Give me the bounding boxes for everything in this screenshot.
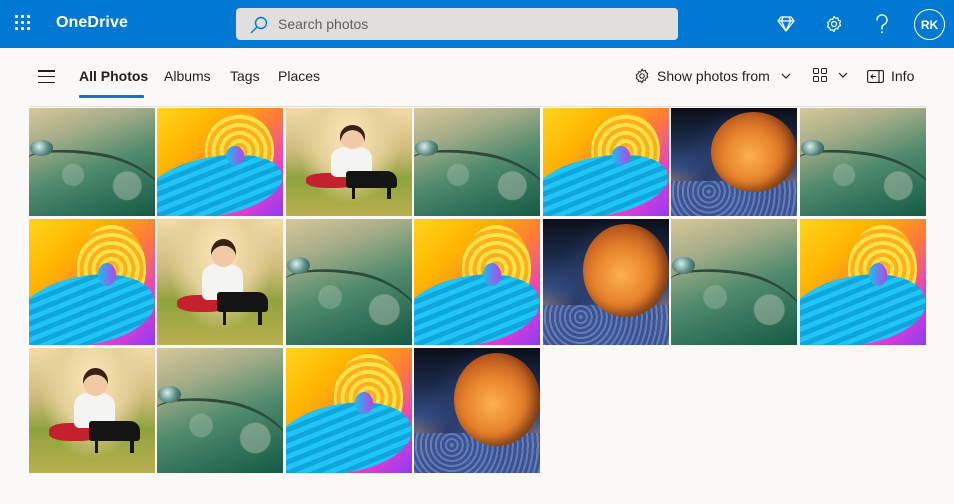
- top-bar: OneDrive RK: [0, 0, 954, 48]
- photo-thumbnail-water-droplet[interactable]: [286, 219, 412, 345]
- show-photos-from-label: Show photos from: [657, 68, 770, 84]
- photo-thumbnail-water-droplet[interactable]: [414, 108, 540, 216]
- photo-thumbnail-rainbow-swirl[interactable]: [414, 219, 540, 345]
- info-pane-icon: [867, 69, 884, 83]
- settings-gear-icon[interactable]: [822, 12, 846, 36]
- photo-thumbnail-child-with-piano[interactable]: [157, 219, 283, 345]
- search-input[interactable]: [278, 8, 658, 40]
- info-button[interactable]: Info: [867, 68, 914, 84]
- photo-thumbnail-rainbow-swirl[interactable]: [29, 219, 155, 345]
- photo-thumbnail-child-with-piano[interactable]: [29, 348, 155, 473]
- photo-thumbnail-rainbow-swirl[interactable]: [157, 108, 283, 216]
- tab-all-photos[interactable]: All Photos: [79, 68, 148, 84]
- view-layout-button[interactable]: [813, 68, 848, 82]
- photo-thumbnail-rainbow-swirl[interactable]: [286, 348, 412, 473]
- chevron-down-icon: [781, 73, 791, 79]
- info-label: Info: [891, 68, 915, 84]
- tab-places[interactable]: Places: [278, 68, 320, 84]
- photo-thumbnail-child-with-piano[interactable]: [286, 108, 412, 216]
- active-tab-indicator: [79, 95, 144, 98]
- photo-thumbnail-water-droplet[interactable]: [157, 348, 283, 473]
- photo-thumbnail-rainbow-swirl[interactable]: [543, 108, 669, 216]
- photo-thumbnail-frozen-bubble[interactable]: [543, 219, 669, 345]
- command-bar: All Photos Albums Tags Places Show photo…: [0, 48, 954, 106]
- photo-thumbnail-water-droplet[interactable]: [671, 219, 797, 345]
- photo-thumbnail-water-droplet[interactable]: [29, 108, 155, 216]
- photo-thumbnail-frozen-bubble[interactable]: [671, 108, 797, 216]
- chevron-down-icon: [838, 72, 848, 78]
- settings-gear-icon: [635, 68, 649, 84]
- content-divider: [29, 106, 926, 107]
- premium-diamond-icon[interactable]: [774, 12, 798, 36]
- photo-thumbnail-rainbow-swirl[interactable]: [800, 219, 926, 345]
- search-icon: [250, 16, 268, 34]
- search-box[interactable]: [236, 8, 678, 40]
- grid-view-icon: [813, 68, 827, 82]
- help-icon[interactable]: [870, 12, 894, 36]
- app-name[interactable]: OneDrive: [56, 14, 128, 32]
- show-photos-from-button[interactable]: Show photos from: [634, 68, 791, 84]
- tab-albums[interactable]: Albums: [164, 68, 211, 84]
- hamburger-menu-icon[interactable]: [38, 70, 55, 83]
- photo-thumbnail-water-droplet[interactable]: [800, 108, 926, 216]
- tab-tags[interactable]: Tags: [230, 68, 260, 84]
- app-launcher-icon[interactable]: [15, 15, 33, 33]
- user-avatar[interactable]: RK: [914, 9, 945, 40]
- photo-thumbnail-frozen-bubble[interactable]: [414, 348, 540, 473]
